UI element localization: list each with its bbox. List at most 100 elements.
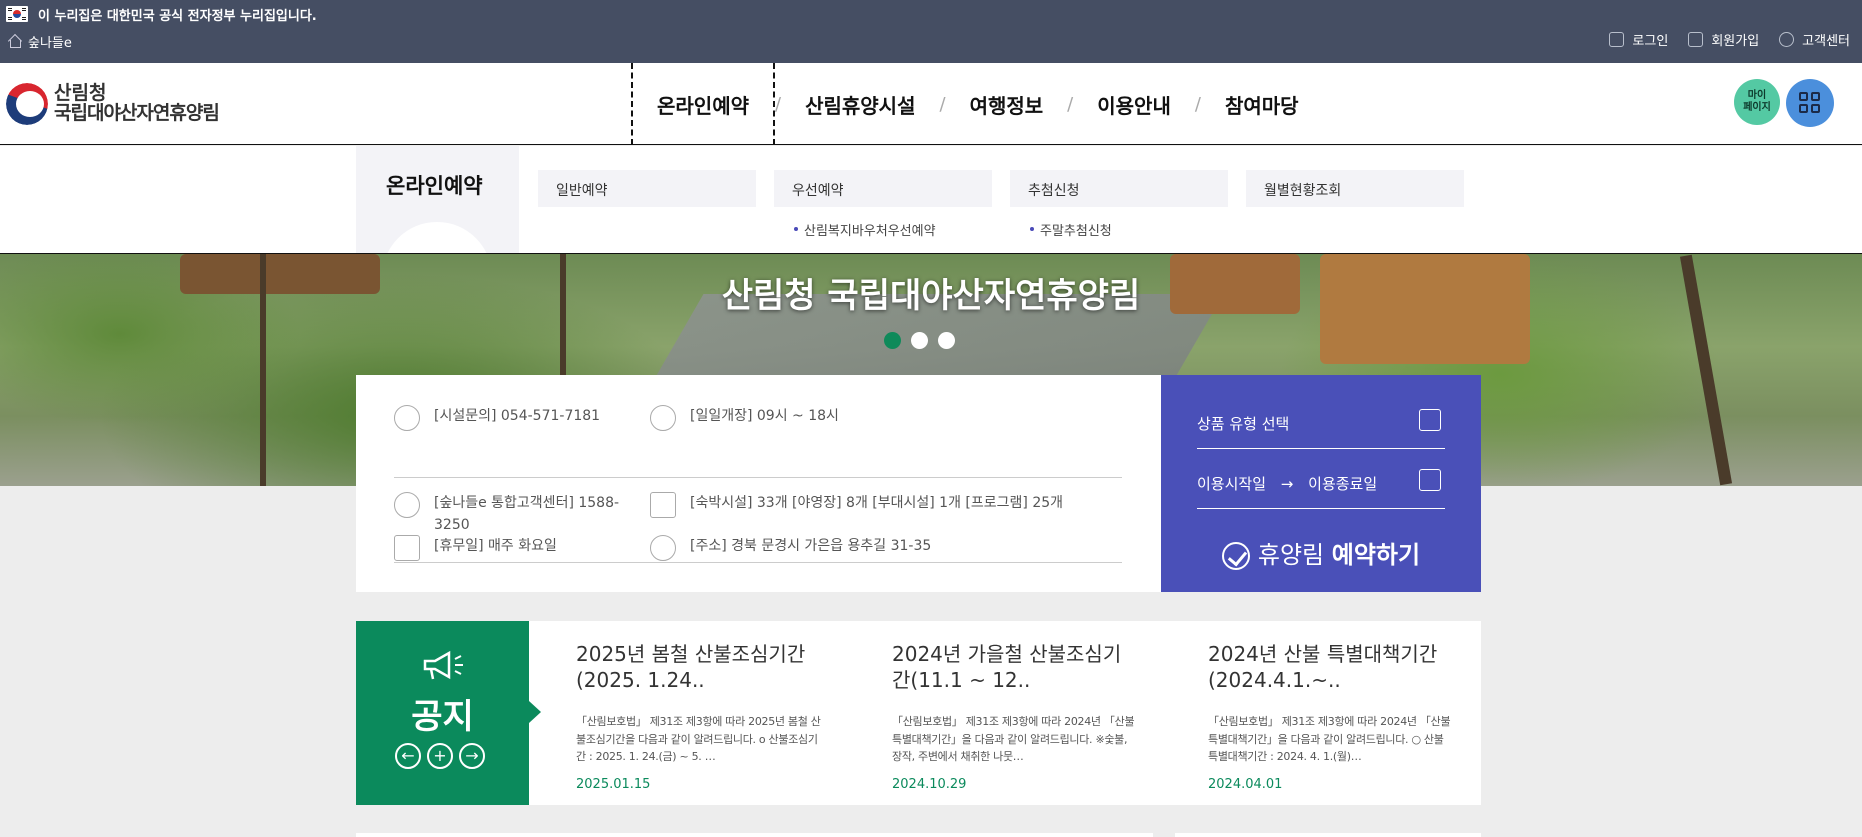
end-date-label: 이용종료일: [1308, 475, 1378, 493]
login-icon: [1609, 32, 1625, 47]
headset-icon: [1779, 32, 1795, 47]
nav-recreation-facilities[interactable]: 산림휴양시설: [781, 63, 939, 145]
home-icon: [8, 35, 22, 48]
product-type-label: 상품 유형 선택: [1197, 415, 1290, 433]
slide-pagination: [884, 332, 955, 349]
next-arrow-icon[interactable]: →: [459, 743, 485, 769]
mega-menu-title: 온라인예약: [386, 174, 483, 198]
house-icon: [650, 492, 676, 518]
signup-link[interactable]: 회원가입: [1688, 30, 1759, 49]
content-card-edge: [1175, 833, 1481, 837]
phone-icon: [394, 405, 420, 431]
menu-lottery-application[interactable]: 추첨신청: [1010, 170, 1228, 207]
all-menu-button[interactable]: [1786, 79, 1834, 127]
notice-post[interactable]: 2025년 봄철 산불조심기간(2025. 1.24.. 「산림보호법」 제31…: [576, 641, 821, 792]
mega-menu-dropdown: 온라인예약 일반예약 우선예약 산림복지바우처우선예약 추첨신청 주말추첨신청 …: [0, 146, 1862, 254]
korea-forest-service-emblem-icon: [6, 83, 48, 125]
notice-section: 공지 ← + → 2025년 봄철 산불조심기간(2025. 1.24.. 「산…: [356, 621, 1481, 805]
mypage-button[interactable]: 마이 페이지: [1734, 79, 1780, 125]
notice-post-summary: 「산림보호법」 제31조 제3항에 따라 2024년 「산불 특별대책기간」을 …: [892, 715, 1135, 764]
info-row: [휴무일] 매주 화요일 [주소] 경북 문경시 가은읍 용추길 31-35: [394, 535, 1122, 575]
nav-travel-info[interactable]: 여행정보: [946, 63, 1068, 145]
notice-post-date: 2024.10.29: [892, 777, 967, 792]
notice-post-title: 2025년 봄철 산불조심기간(2025. 1.24..: [576, 642, 806, 692]
korea-flag-icon: [6, 6, 28, 22]
site-header: 산림청 국립대야산자연휴양림 온라인예약 / 산림휴양시설 / 여행정보 / 이…: [0, 63, 1862, 145]
menu-general-reservation[interactable]: 일반예약: [538, 170, 756, 207]
date-range-picker[interactable]: 이용시작일 → 이용종료일: [1197, 469, 1445, 509]
calendar-icon: [394, 535, 420, 561]
main-nav: 온라인예약 / 산림휴양시설 / 여행정보 / 이용안내 / 참여마당: [631, 63, 1323, 145]
notice-post-title: 2024년 가을철 산불조심기간(11.1 ~ 12..: [892, 642, 1122, 692]
menu-col-lottery: 추첨신청 주말추첨신청: [1010, 170, 1228, 239]
site-logo[interactable]: 산림청 국립대야산자연휴양림: [6, 82, 220, 125]
content-card-edge: [356, 833, 1153, 837]
edit-icon: [1688, 32, 1704, 47]
login-label: 로그인: [1632, 34, 1669, 49]
support-link[interactable]: 고객센터: [1779, 30, 1850, 49]
reserve-button-label-bold: 예약하기: [1331, 541, 1421, 569]
support-label: 고객센터: [1802, 34, 1850, 49]
facility-info-panel: [시설문의] 054-571-7181 [일일개장] 09시 ~ 18시 [숲나…: [356, 375, 1161, 592]
notice-post-summary: 「산림보호법」 제31조 제3항에 따라 2025년 봄철 산불조심기간을 다음…: [576, 715, 821, 764]
gov-notice-text: 이 누리집은 대한민국 공식 전자정부 누리집입니다.: [38, 9, 317, 24]
info-row: [시설문의] 054-571-7181 [일일개장] 09시 ~ 18시: [394, 405, 1122, 478]
info-hours: [일일개장] 09시 ~ 18시: [650, 405, 839, 477]
slide-dot-1[interactable]: [884, 332, 901, 349]
reserve-button[interactable]: 휴양림 예약하기: [1161, 535, 1481, 570]
slide-dot-2[interactable]: [911, 332, 928, 349]
gov-banner: 이 누리집은 대한민국 공식 전자정부 누리집입니다. 숲나들e 로그인 회원가…: [0, 0, 1862, 63]
mega-menu-decoration: [382, 222, 492, 253]
submenu-label: 주말추첨신청: [1040, 224, 1112, 239]
clock-icon: [650, 405, 676, 431]
submenu-voucher-priority[interactable]: 산림복지바우처우선예약: [774, 220, 992, 239]
notice-post[interactable]: 2024년 가을철 산불조심기간(11.1 ~ 12.. 「산림보호법」 제31…: [892, 641, 1137, 792]
info-text: [휴무일] 매주 화요일: [434, 538, 557, 554]
menu-col-priority: 우선예약 산림복지바우처우선예약: [774, 170, 992, 239]
nav-participation[interactable]: 참여마당: [1201, 63, 1323, 145]
notice-post[interactable]: 2024년 산불 특별대책기간(2024.4.1.~.. 「산림보호법」 제31…: [1208, 641, 1453, 792]
home-label: 숲나들e: [28, 36, 72, 51]
login-link[interactable]: 로그인: [1609, 30, 1668, 49]
house-icon: [1419, 409, 1441, 431]
grid-icon: [1799, 92, 1808, 101]
grid-icon-cell: [1799, 104, 1808, 113]
check-circle-icon: [1221, 542, 1250, 570]
megaphone-icon: [423, 650, 463, 680]
notice-post-date: 2024.04.01: [1208, 777, 1283, 792]
home-link[interactable]: 숲나들e: [8, 32, 72, 51]
phone-icon: [394, 492, 420, 518]
notice-label: 공지: [411, 697, 474, 737]
product-type-select[interactable]: 상품 유형 선택: [1197, 409, 1445, 449]
slide-dot-3[interactable]: [938, 332, 955, 349]
prev-arrow-icon[interactable]: ←: [395, 743, 421, 769]
info-text: [일일개장] 09시 ~ 18시: [690, 408, 839, 424]
grid-icon-cell: [1811, 104, 1820, 113]
info-address: [주소] 경북 문경시 가은읍 용추길 31-35: [650, 535, 931, 575]
logo-org: 산림청: [54, 82, 107, 105]
menu-col-monthly: 월별현황조회: [1246, 170, 1464, 207]
nav-usage-guide[interactable]: 이용안내: [1073, 63, 1195, 145]
notice-post-summary: 「산림보호법」 제31조 제3항에 따라 2024년 「산불 특별대책기간」을 …: [1208, 715, 1451, 764]
arrow-right-icon: →: [1280, 475, 1294, 493]
map-pin-icon: [650, 535, 676, 561]
mega-menu-side: 온라인예약: [356, 146, 519, 253]
more-plus-icon[interactable]: +: [427, 743, 453, 769]
notice-controls: ← + →: [395, 743, 485, 769]
menu-priority-reservation[interactable]: 우선예약: [774, 170, 992, 207]
hero-title: 산림청 국립대야산자연휴양림: [721, 276, 1141, 316]
reserve-button-label: 휴양림: [1257, 541, 1332, 569]
info-text: [주소] 경북 문경시 가은읍 용추길 31-35: [690, 538, 932, 554]
logo-site-name: 국립대야산자연휴양림: [54, 102, 220, 124]
calendar-icon: [1419, 469, 1441, 491]
utility-links: 로그인 회원가입 고객센터: [1609, 30, 1850, 49]
info-text: [시설문의] 054-571-7181: [434, 408, 601, 424]
quick-booking-panel: 상품 유형 선택 이용시작일 → 이용종료일 휴양림 예약하기: [1161, 375, 1481, 592]
notice-header: 공지 ← + →: [356, 621, 541, 805]
menu-col-general: 일반예약: [538, 170, 756, 207]
info-closed-day: [휴무일] 매주 화요일: [394, 535, 650, 575]
signup-label: 회원가입: [1711, 34, 1760, 49]
menu-monthly-status[interactable]: 월별현황조회: [1246, 170, 1464, 207]
nav-online-reservation[interactable]: 온라인예약: [631, 63, 775, 145]
submenu-weekend-lottery[interactable]: 주말추첨신청: [1010, 220, 1228, 239]
